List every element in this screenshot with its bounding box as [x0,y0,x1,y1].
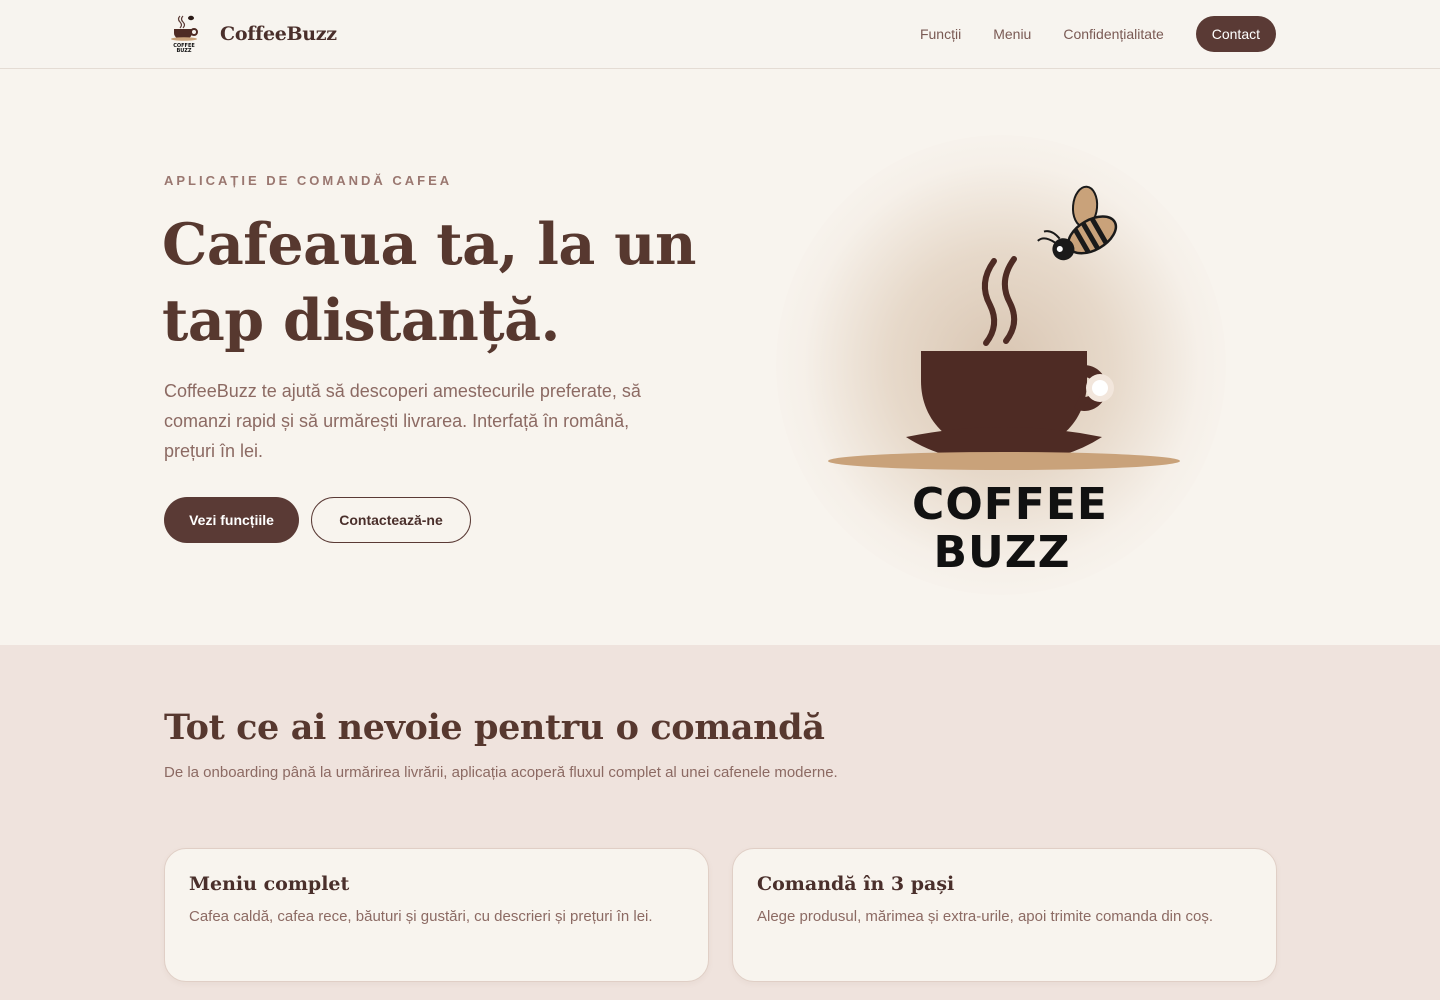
feature-card-order: Comandă în 3 pași Alege produsul, mărime… [732,848,1277,982]
svg-text:BUZZ: BUZZ [176,48,191,54]
nav-link-confidentialitate[interactable]: Confidențialitate [1063,26,1163,42]
hero-section: APLICAȚIE DE COMANDĂ CAFEA Cafeaua ta, l… [0,69,1440,645]
features-section: Tot ce ai nevoie pentru o comandă De la … [0,645,1440,1000]
features-description: De la onboarding până la urmărirea livră… [164,764,838,781]
hero-description: CoffeeBuzz te ajută să descoperi amestec… [164,381,641,461]
nav-link-functii[interactable]: Funcții [920,26,961,42]
logo-text-coffee: COFFEE [912,479,1108,530]
coffeebuzz-logo-icon: COFFEE BUZZ [171,15,198,54]
contact-button[interactable]: Contact [1195,16,1276,52]
feature-card-description: Cafea caldă, cafea rece, băuturi și gust… [189,908,653,925]
logo-text-buzz: BUZZ [933,527,1070,578]
feature-card-description: Alege produsul, mărimea și extra-urile, … [757,908,1214,925]
top-navbar: COFFEE BUZZ CoffeeBuzz Funcții Meniu Con… [0,0,1440,69]
contact-us-button[interactable]: Contactează-ne [311,497,471,543]
feature-card-title: Comandă în 3 pași [757,873,955,895]
view-features-button[interactable]: Vezi funcțiile [164,497,299,543]
feature-card-menu: Meniu complet Cafea caldă, cafea rece, b… [164,848,709,982]
logo-text-buzz-wrapper: BUZZ [933,527,1070,578]
brand[interactable]: COFFEE BUZZ CoffeeBuzz [164,12,337,56]
hero-eyebrow: APLICAȚIE DE COMANDĂ CAFEA [164,173,453,188]
nav-links: Funcții Meniu Confidențialitate Contact [920,16,1276,52]
hero-title: Cafeaua ta, la un tap distanță. [162,211,697,354]
hero-illustration: COFFEE BUZZ [716,125,1286,605]
nav-link-meniu[interactable]: Meniu [993,26,1031,42]
coffee-cup-bee-logo-icon: COFFEE [828,185,1180,530]
feature-card-title: Meniu complet [189,873,350,895]
features-title: Tot ce ai nevoie pentru o comandă [164,707,825,748]
brand-name: CoffeeBuzz [220,23,337,45]
